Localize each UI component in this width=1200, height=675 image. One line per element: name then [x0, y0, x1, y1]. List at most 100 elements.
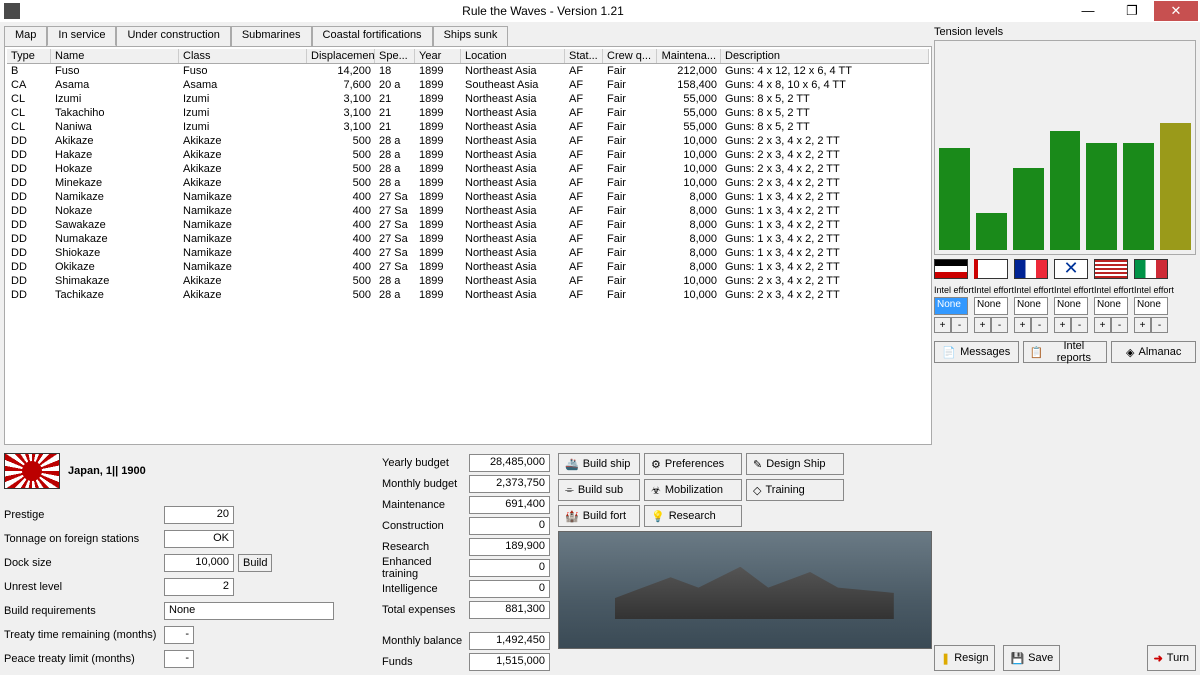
intel-plus-button[interactable]: +	[1094, 317, 1111, 333]
cell-crew: Fair	[603, 162, 657, 176]
column-header[interactable]: Stat...	[565, 49, 603, 63]
flag-italy-icon	[1134, 259, 1168, 279]
cell-disp: 400	[307, 232, 375, 246]
intel-plus-button[interactable]: +	[1054, 317, 1071, 333]
build-fort-button[interactable]: 🏰Build fort	[558, 505, 640, 527]
cell-desc: Guns: 8 x 5, 2 TT	[721, 120, 929, 134]
cell-spe: 28 a	[375, 148, 415, 162]
intel-input[interactable]: None	[1134, 297, 1168, 315]
column-header[interactable]: Class	[179, 49, 307, 63]
flag-usa-icon	[1094, 259, 1128, 279]
tab-map[interactable]: Map	[4, 26, 47, 46]
table-row[interactable]: CLTakachihoIzumi3,100211899Northeast Asi…	[7, 106, 929, 120]
table-row[interactable]: BFusoFuso14,200181899Northeast AsiaAFFai…	[7, 64, 929, 78]
training-button[interactable]: ◇Training	[746, 479, 844, 501]
table-row[interactable]: DDOkikazeNamikaze40027 Sa1899Northeast A…	[7, 260, 929, 274]
intel-input[interactable]: None	[974, 297, 1008, 315]
resign-button[interactable]: ❚Resign	[934, 645, 995, 671]
messages-button[interactable]: 📄Messages	[934, 341, 1019, 363]
table-row[interactable]: DDAkikazeAkikaze50028 a1899Northeast Asi…	[7, 134, 929, 148]
column-header[interactable]: Year	[415, 49, 461, 63]
table-row[interactable]: CAAsamaAsama7,60020 a1899Southeast AsiaA…	[7, 78, 929, 92]
cell-type: DD	[7, 176, 51, 190]
cell-stat: AF	[565, 246, 603, 260]
cell-crew: Fair	[603, 134, 657, 148]
cell-loc: Northeast Asia	[461, 120, 565, 134]
ships-table[interactable]: TypeNameClassDisplacementSpe...YearLocat…	[4, 46, 932, 445]
table-row[interactable]: DDTachikazeAkikaze50028 a1899Northeast A…	[7, 288, 929, 302]
column-header[interactable]: Name	[51, 49, 179, 63]
turn-button[interactable]: ➜Turn	[1147, 645, 1196, 671]
table-row[interactable]: DDShimakazeAkikaze50028 a1899Northeast A…	[7, 274, 929, 288]
almanac-button[interactable]: ◈Almanac	[1111, 341, 1196, 363]
research-button[interactable]: 💡Research	[644, 505, 742, 527]
cell-year: 1899	[415, 64, 461, 78]
mobilization-button[interactable]: ☣Mobilization	[644, 479, 742, 501]
intel-plus-button[interactable]: +	[934, 317, 951, 333]
maximize-button[interactable]: ❐	[1110, 1, 1154, 21]
cell-crew: Fair	[603, 78, 657, 92]
cell-maint: 8,000	[657, 246, 721, 260]
minimize-button[interactable]: —	[1066, 1, 1110, 21]
build-dock-button[interactable]: Build	[238, 554, 272, 572]
intel-plus-button[interactable]: +	[1134, 317, 1151, 333]
intel-input[interactable]: None	[1054, 297, 1088, 315]
cell-stat: AF	[565, 232, 603, 246]
fn_l: Funds	[382, 656, 469, 668]
harbor-image	[558, 531, 932, 649]
cell-year: 1899	[415, 274, 461, 288]
column-header[interactable]: Type	[7, 49, 51, 63]
table-row[interactable]: CLNaniwaIzumi3,100211899Northeast AsiaAF…	[7, 120, 929, 134]
tab-coastal-fortifications[interactable]: Coastal fortifications	[312, 26, 433, 46]
intel-minus-button[interactable]: -	[951, 317, 968, 333]
tab-under-construction[interactable]: Under construction	[116, 26, 230, 46]
build-sub-button[interactable]: ⌯Build sub	[558, 479, 640, 501]
column-header[interactable]: Description	[721, 49, 929, 63]
column-header[interactable]: Location	[461, 49, 565, 63]
table-row[interactable]: DDNokazeNamikaze40027 Sa1899Northeast As…	[7, 204, 929, 218]
design-ship-button[interactable]: ✎Design Ship	[746, 453, 844, 475]
table-row[interactable]: DDShiokazeNamikaze40027 Sa1899Northeast …	[7, 246, 929, 260]
table-row[interactable]: DDHakazeAkikaze50028 a1899Northeast Asia…	[7, 148, 929, 162]
intel-plus-button[interactable]: +	[974, 317, 991, 333]
cell-class: Namikaze	[179, 204, 307, 218]
intel-input[interactable]: None	[1014, 297, 1048, 315]
table-row[interactable]: DDSawakazeNamikaze40027 Sa1899Northeast …	[7, 218, 929, 232]
cell-crew: Fair	[603, 274, 657, 288]
cell-crew: Fair	[603, 288, 657, 302]
table-row[interactable]: DDHokazeAkikaze50028 a1899Northeast Asia…	[7, 162, 929, 176]
table-row[interactable]: DDMinekazeAkikaze50028 a1899Northeast As…	[7, 176, 929, 190]
column-header[interactable]: Maintena...	[657, 49, 721, 63]
intel-input[interactable]: None	[934, 297, 968, 315]
cell-name: Izumi	[51, 92, 179, 106]
cell-class: Izumi	[179, 120, 307, 134]
intel-input[interactable]: None	[1094, 297, 1128, 315]
intel-minus-button[interactable]: -	[1031, 317, 1048, 333]
column-header[interactable]: Crew q...	[603, 49, 657, 63]
cell-class: Akikaze	[179, 274, 307, 288]
intel-plus-button[interactable]: +	[1014, 317, 1031, 333]
tab-submarines[interactable]: Submarines	[231, 26, 312, 46]
close-button[interactable]: ✕	[1154, 1, 1198, 21]
intel-minus-button[interactable]: -	[991, 317, 1008, 333]
cell-name: Asama	[51, 78, 179, 92]
preferences-button[interactable]: ⚙Preferences	[644, 453, 742, 475]
table-row[interactable]: DDNumakazeNamikaze40027 Sa1899Northeast …	[7, 232, 929, 246]
nation-date: Japan, 1|| 1900	[68, 465, 146, 477]
save-button[interactable]: 💾Save	[1003, 645, 1060, 671]
table-row[interactable]: CLIzumiIzumi3,100211899Northeast AsiaAFF…	[7, 92, 929, 106]
cell-loc: Northeast Asia	[461, 190, 565, 204]
cell-class: Namikaze	[179, 218, 307, 232]
tab-ships-sunk[interactable]: Ships sunk	[433, 26, 509, 46]
column-header[interactable]: Displacement	[307, 49, 375, 63]
intel-reports-button[interactable]: 📋Intel reports	[1023, 341, 1108, 363]
intel-minus-button[interactable]: -	[1071, 317, 1088, 333]
column-header[interactable]: Spe...	[375, 49, 415, 63]
table-row[interactable]: DDNamikazeNamikaze40027 Sa1899Northeast …	[7, 190, 929, 204]
tab-in-service[interactable]: In service	[47, 26, 116, 46]
peace-limit-value: -	[164, 650, 194, 668]
cell-type: DD	[7, 218, 51, 232]
intel-minus-button[interactable]: -	[1111, 317, 1128, 333]
build-ship-button[interactable]: 🚢Build ship	[558, 453, 640, 475]
intel-minus-button[interactable]: -	[1151, 317, 1168, 333]
